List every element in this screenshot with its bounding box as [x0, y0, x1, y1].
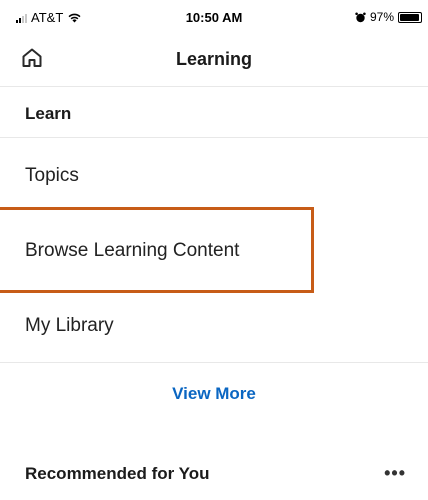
menu-item-my-library[interactable]: My Library — [25, 315, 114, 337]
more-icon[interactable]: ••• — [384, 463, 406, 484]
view-more-link[interactable]: View More — [0, 384, 428, 404]
status-right: 97% — [355, 10, 422, 24]
highlight-box — [0, 207, 314, 293]
divider — [0, 137, 428, 138]
section-title-recommended: Recommended for You — [25, 464, 210, 483]
screen: AT&T 10:50 AM 97% Learning Learn Topics … — [0, 0, 428, 500]
divider — [0, 362, 428, 363]
battery-percent: 97% — [369, 10, 394, 24]
status-bar: AT&T 10:50 AM 97% — [0, 0, 428, 40]
battery-fill — [400, 13, 420, 21]
page-title: Learning — [175, 49, 252, 69]
section-title-learn: Learn — [25, 104, 72, 123]
battery-icon — [398, 11, 422, 23]
divider — [0, 86, 428, 87]
menu-item-topics[interactable]: Topics — [25, 165, 79, 187]
alarm-icon — [355, 12, 366, 22]
header: Learning — [0, 40, 428, 82]
